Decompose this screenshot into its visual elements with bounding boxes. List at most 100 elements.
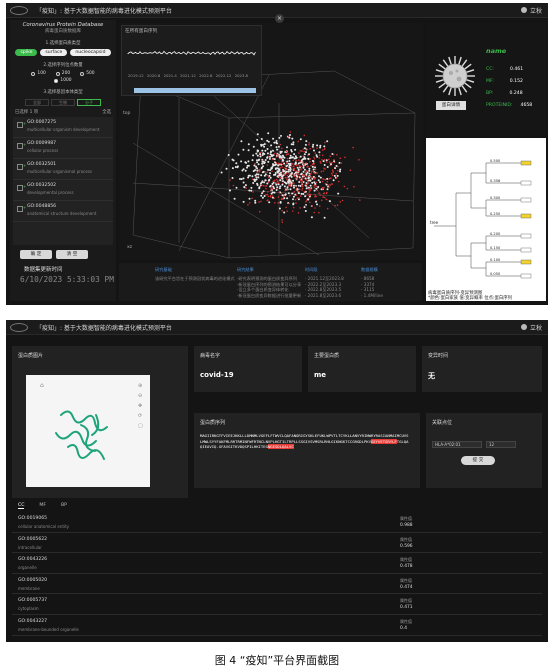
pill-nucleocapsid[interactable]: nucleocapsid [70, 49, 111, 56]
confirm-button[interactable]: 确 定 [20, 250, 52, 259]
list-item[interactable]: + GO:0007275 multicellular organism develo… [13, 117, 113, 138]
stat-cc: CC: 0.461 [486, 67, 523, 72]
scatter-point [287, 162, 290, 165]
scatter-point [263, 162, 266, 165]
scatter-point [267, 168, 270, 171]
timeline-slider[interactable] [134, 88, 256, 93]
scatter-point [346, 187, 349, 190]
scatter-point [276, 175, 279, 178]
expand-icon[interactable]: + [23, 121, 26, 126]
scatter-point [286, 162, 288, 164]
scatter-point [270, 189, 272, 191]
scatter-point [307, 185, 309, 188]
scatter-point [310, 172, 313, 174]
list-item[interactable]: + GO:0032502 developmental process [13, 180, 113, 201]
info-col: 数据规模 · 8658 · 3374 · 3115 · 1.4M/line [361, 267, 383, 298]
scatter-point [305, 200, 307, 203]
submit-button[interactable]: 提 交 [461, 456, 495, 465]
tree-caption: 病毒蛋白质序列-变异预测图 *颜色:蛋白家族 值:变异概率 位点:蛋白序列 [428, 291, 512, 301]
length-input[interactable]: 12 [486, 441, 516, 448]
scatter-point [312, 160, 315, 163]
table-row[interactable]: GO:0043226 organelle 属性值 0.478 [12, 553, 542, 574]
close-icon[interactable]: × [275, 14, 284, 23]
protein-3d-viewer[interactable]: ⌂ ⊕ ⊖ ✥ ⟳ ▢ [26, 375, 150, 487]
scatter-point [243, 186, 246, 189]
row-go-id: GO:0005622 [18, 536, 48, 542]
table-row[interactable]: GO:0005020 membrane 属性值 0.474 [12, 574, 542, 595]
scatter-point [339, 170, 341, 173]
scatter-point [301, 187, 304, 190]
info-row: ·研究表明预测的蛋白质变异序列 [237, 276, 297, 281]
list-item[interactable]: + GO:0048856 anatomical structure developm… [13, 201, 113, 222]
protein-detail-button[interactable]: 蛋白详情 [436, 101, 466, 110]
row-score-label: 属性值 [400, 598, 412, 604]
expand-icon[interactable]: + [23, 163, 26, 168]
table-row[interactable]: GO:0043227 membrane-bounded organelle 属性值 0… [12, 615, 542, 636]
scatter-point [309, 173, 312, 176]
scatter-point [264, 171, 267, 173]
scatter-point [316, 147, 318, 149]
scatter-point [272, 180, 274, 182]
user-menu[interactable]: 立秋 [520, 323, 542, 332]
scatter-point [337, 180, 340, 183]
scatter-point [241, 169, 244, 172]
ontology-all[interactable]: 全部 [25, 99, 49, 106]
go-term-list[interactable]: + GO:0007275 multicellular organism develo… [13, 117, 113, 245]
scatter-point [285, 150, 288, 153]
scatter-point [267, 195, 270, 198]
expand-icon[interactable]: + [23, 205, 26, 210]
scatter-point [281, 219, 283, 221]
scatter-point [220, 171, 223, 174]
radio-200[interactable]: 200 [55, 71, 70, 76]
scatter-point [260, 138, 263, 140]
scatter-point [300, 172, 303, 175]
scatter-point [309, 158, 312, 160]
scatter-point [333, 174, 336, 177]
scatter-point [277, 164, 280, 167]
scatter-point [286, 174, 289, 177]
tick-label: 2022.8 [199, 73, 213, 78]
ontology-mol[interactable]: 分子 [77, 99, 101, 106]
scatter-point [269, 155, 271, 158]
scatter-point [276, 148, 279, 151]
ontology-bio[interactable]: 生物 [51, 99, 75, 106]
selection-count-row: 已选择 1 项 全选 [10, 106, 116, 115]
tab-bp[interactable]: BP [61, 503, 67, 509]
scatter-point [271, 158, 274, 161]
scatter-point [292, 143, 295, 146]
expand-icon[interactable]: + [23, 142, 26, 147]
pill-surface[interactable]: surface [40, 49, 68, 56]
select-all-link[interactable]: 全选 [102, 109, 111, 115]
tab-mf[interactable]: MF [39, 503, 46, 509]
clear-button[interactable]: 清 空 [56, 250, 88, 259]
radio-500[interactable]: 500 [80, 71, 95, 76]
radio-100[interactable]: 100 [31, 71, 46, 76]
scatter-point [287, 192, 290, 195]
scatter-point [298, 152, 300, 154]
tab-cc[interactable]: CC [18, 503, 25, 509]
expand-icon[interactable]: + [23, 184, 26, 189]
scatter-point [320, 170, 323, 173]
hla-input[interactable]: HLA-A*02:01 [432, 441, 482, 448]
scatter-point [281, 163, 284, 166]
radio-1000[interactable]: 1000 [54, 78, 72, 83]
table-row[interactable]: GO:0005622 intracellular 属性值 0.596 [12, 533, 542, 554]
table-row[interactable]: GO:0019065 cellular anatomical entity 属性值 0… [12, 512, 542, 533]
scatter-point [244, 161, 247, 164]
user-menu[interactable]: 立秋 [520, 6, 542, 15]
scatter-point [263, 181, 266, 184]
list-item[interactable]: + GO:0032501 multicellular organismal proc… [13, 159, 113, 180]
scatter-3d-view[interactable]: 在所有蛋白序列 2019.12 2020.8 2021.4 2021.12 20… [119, 23, 422, 260]
scatter-point [272, 149, 274, 152]
scatter-point [307, 182, 310, 184]
radio-label: 100 [37, 71, 46, 76]
info-col-header: 数据规模 [361, 267, 378, 272]
scatter-point [289, 134, 291, 136]
pill-spike[interactable]: spike [15, 49, 38, 56]
table-row[interactable]: GO:0005737 cytoplasm 属性值 0.471 [12, 594, 542, 615]
scatter-point [227, 154, 230, 156]
list-item[interactable]: + GO:0009987 cellular process [13, 138, 113, 159]
user-icon [520, 324, 527, 330]
scatter-point [251, 175, 254, 178]
scatter-point [293, 169, 296, 172]
